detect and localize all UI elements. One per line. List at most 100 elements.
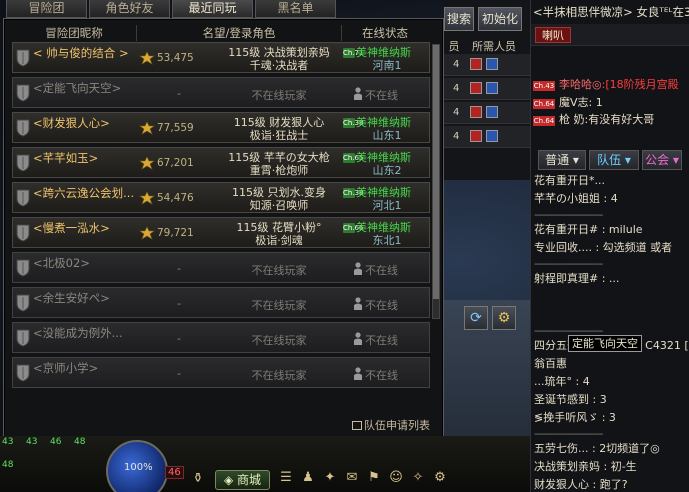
shop-icon: ◈ — [223, 473, 234, 487]
quest-icon[interactable]: ✉ — [342, 467, 362, 489]
search-button[interactable]: 搜索 — [444, 7, 474, 31]
skill-icon[interactable]: ✦ — [320, 467, 340, 489]
channel-team-button[interactable]: 队伍 ▾ — [589, 150, 639, 170]
friends-icon[interactable]: ☺ — [386, 467, 406, 489]
player-nickname[interactable]: < 帅与俊的结合 > — [33, 45, 138, 61]
region-name: 山东1 — [372, 129, 402, 142]
chat-line[interactable]: 花有重开日# : milule — [534, 221, 688, 239]
player-nickname[interactable]: <跨六云逸公会划... — [33, 185, 138, 201]
fame-placeholder: - — [177, 297, 181, 310]
header-needed: 所需人员 — [472, 40, 516, 53]
chat-line[interactable]: 射程即真理# : ... — [534, 270, 688, 288]
player-row[interactable]: <余生安好ペ> - 不在线玩家 不在线 — [12, 287, 430, 318]
player-nickname[interactable]: <北极02> — [33, 255, 138, 271]
tab-blacklist[interactable]: 黑名单 — [255, 0, 336, 18]
list-header: 冒险团昵称 名望/登录角色 在线状态 — [12, 25, 428, 41]
chat-line[interactable]: 财发狠人心 : 跑了? — [534, 476, 688, 492]
player-nickname[interactable]: <余生安好ペ> — [33, 290, 138, 306]
team-row[interactable]: 4 — [444, 126, 530, 148]
chat-line[interactable]: 决战策划亲妈 : 初-生 — [534, 458, 688, 476]
job-slot-icon — [486, 82, 498, 94]
message-sender[interactable]: 魔V志 — [559, 96, 589, 109]
channel-common-button[interactable]: 普通 ▾ — [538, 150, 586, 170]
channel-badge: Ch.38 — [343, 118, 364, 128]
message-sender[interactable]: 枪 奶 — [559, 113, 585, 126]
fame-placeholder: - — [177, 262, 181, 275]
chat-log: 花有重开日*... 芊芊の小姐姐 : 4 ---------------------… — [534, 172, 688, 492]
chat-channel-buttons: 普通 ▾ 队伍 ▾ 公会 ▾ — [531, 150, 689, 170]
character-icon[interactable]: ♟ — [298, 467, 318, 489]
fame-placeholder: - — [177, 332, 181, 345]
team-row[interactable]: 4 — [444, 78, 530, 100]
chat-line[interactable] — [534, 306, 688, 324]
shield-icon — [16, 119, 30, 137]
initialize-button[interactable]: 初始化 — [478, 7, 522, 31]
shop-button[interactable]: ◈ 商城 — [215, 470, 270, 490]
player-row[interactable]: <北极02> - 不在线玩家 不在线 — [12, 252, 430, 283]
player-nickname[interactable]: <财发狠人心> — [33, 115, 138, 131]
chat-line[interactable]: 专业回收.... : 勾选频道 或者 — [534, 239, 688, 257]
message-text: :[18阶残月宫殿 — [601, 78, 679, 91]
shield-icon — [16, 49, 30, 67]
chat-separator: ----------------------- — [534, 208, 603, 221]
region-name: 山东2 — [372, 164, 402, 177]
chat-line[interactable]: 花有重开日*... — [534, 172, 688, 190]
tab-recent-played[interactable]: 最近同玩 — [172, 0, 253, 18]
player-row[interactable]: <京师小学> - 不在线玩家 不在线 — [12, 357, 430, 388]
player-nickname[interactable]: <定能飞向天空> — [33, 80, 138, 96]
player-nickname[interactable]: <京师小学> — [33, 360, 138, 376]
player-row[interactable]: < 帅与俊的结合 >53,475 115级 决战策划亲妈 千魂·决战者 Ch.71 美神… — [12, 42, 430, 73]
recent-players-panel: 冒险团昵称 名望/登录角色 在线状态 < 帅与俊的结合 >53,475 115级 … — [3, 18, 444, 439]
offline-status: 不在线 — [365, 264, 398, 277]
message-text: : 1 — [588, 96, 603, 109]
chat-line[interactable]: 芊芊の小姐姐 : 4 — [534, 190, 688, 208]
team-row[interactable]: 4 — [444, 54, 530, 76]
player-row[interactable]: <芊芊如玉> 67,201 115级 芊芊の女大枪 重霄·枪炮师 Ch.65 美神维纳斯山… — [12, 147, 430, 178]
list-scrollbar[interactable] — [432, 44, 440, 319]
chat-line[interactable]: 翁百惠 — [534, 355, 688, 373]
player-row[interactable]: <慢煮一泓水> 79,721 115级 花臂小粉° 极诣·剑魂 Ch.66 美神维纳斯 东北… — [12, 217, 430, 248]
refresh-icon[interactable]: ⟳ — [464, 306, 488, 330]
team-row[interactable]: 4 — [444, 102, 530, 124]
offline-player-label: 不在线玩家 — [251, 369, 307, 382]
offline-status: 不在线 — [365, 299, 398, 312]
player-nickname[interactable]: <没能成为例外... — [33, 325, 138, 341]
player-list: < 帅与俊的结合 >53,475 115级 决战策划亲妈 千魂·决战者 Ch.71 美神… — [12, 42, 430, 392]
person-icon — [353, 262, 363, 275]
job-slot-icon — [470, 106, 482, 118]
shield-icon — [16, 154, 30, 172]
scrollbar-thumb[interactable] — [433, 45, 439, 299]
player-row[interactable]: <财发狠人心> 77,559 115级 财发狠人心 极诣·狂战士 Ch.38 美神维纳斯山… — [12, 112, 430, 143]
chat-line[interactable]: 圣诞节感到 : 3 — [534, 391, 688, 409]
chat-line[interactable]: 五劳七伤... : 2切频道了◎ — [534, 440, 688, 458]
player-row[interactable]: <定能飞向天空> - 不在线玩家 不在线 — [12, 77, 430, 108]
chat-line[interactable] — [534, 288, 688, 306]
team-row-count: 4 — [453, 59, 460, 70]
bag-icon[interactable]: ⚱ — [188, 468, 208, 490]
message-sender[interactable]: 李哈哈◎ — [559, 78, 602, 91]
guild-icon[interactable]: ⚑ — [364, 467, 384, 489]
chat-line[interactable]: ≶挽手听风ゞ : 3 — [534, 409, 688, 427]
gear-icon[interactable]: ⚙ — [492, 306, 516, 330]
player-nickname[interactable]: <芊芊如玉> — [33, 150, 138, 166]
slot-level: 43 — [2, 437, 14, 447]
horn-button[interactable]: 喇叭 — [535, 27, 571, 43]
settings-icon[interactable]: ⚙ — [430, 467, 450, 489]
offline-player-label: 不在线玩家 — [251, 299, 307, 312]
channel-common-label: 普通 — [545, 153, 570, 167]
chat-line[interactable]: ...琉年° : 4 — [534, 373, 688, 391]
channel-guild-button[interactable]: 公会 ▾ — [642, 150, 682, 170]
team-row-count: 4 — [453, 131, 460, 142]
player-row[interactable]: <跨六云逸公会划... 54,476 115级 只划水.变身 知源·召唤师 Ch.38 美… — [12, 182, 430, 213]
offline-player-label: 不在线玩家 — [251, 264, 307, 277]
tab-adventure-group[interactable]: 冒险团 — [6, 0, 87, 18]
mail-icon[interactable]: ✧ — [408, 467, 428, 489]
slot-level: 48 — [2, 460, 14, 470]
role-class: 极诣·狂战士 — [249, 129, 309, 142]
tab-role-friends[interactable]: 角色好友 — [89, 0, 170, 18]
person-icon — [353, 367, 363, 380]
player-row[interactable]: <没能成为例外... - 不在线玩家 不在线 — [12, 322, 430, 353]
team-apply-link[interactable]: 队伍申请列表 — [352, 417, 430, 433]
player-nickname[interactable]: <慢煮一泓水> — [33, 220, 138, 236]
menu-icon[interactable]: ☰ — [276, 467, 296, 489]
